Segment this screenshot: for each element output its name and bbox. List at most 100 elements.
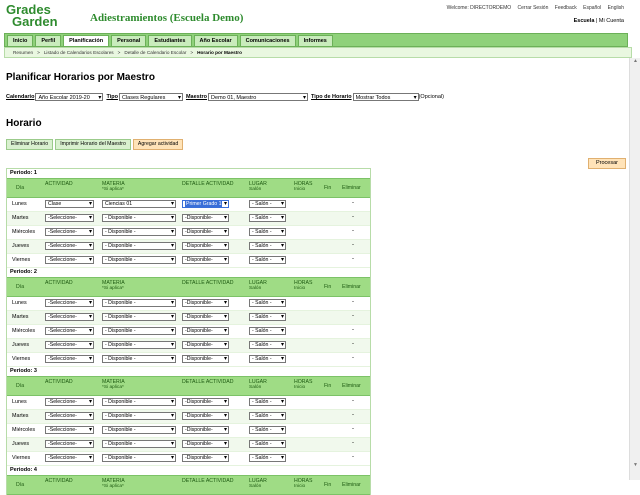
- actividad-select[interactable]: -Seleccione-: [45, 313, 94, 321]
- actividad-select[interactable]: -Seleccione-: [45, 412, 94, 420]
- salon-select[interactable]: - Salón -: [249, 200, 286, 208]
- tipo-select[interactable]: Clases Regulares: [118, 93, 183, 102]
- detalle-select[interactable]: -Disponible-: [182, 313, 229, 321]
- salon-select[interactable]: - Salón -: [249, 214, 286, 222]
- delete-row-link[interactable]: -: [352, 327, 354, 333]
- materia-select[interactable]: - Disponible -: [102, 398, 176, 406]
- actividad-select[interactable]: -Seleccione-: [45, 341, 94, 349]
- salon-select[interactable]: - Salón -: [249, 454, 286, 462]
- delete-row-link[interactable]: -: [352, 228, 354, 234]
- actividad-select[interactable]: -Seleccione-: [45, 440, 94, 448]
- delete-row-link[interactable]: -: [352, 426, 354, 432]
- actividad-select[interactable]: Clase: [45, 200, 94, 208]
- detalle-select[interactable]: -Disponible-: [182, 398, 229, 406]
- nav-tab-estudiantes[interactable]: Estudiantes: [148, 35, 192, 47]
- nav-tab-informes[interactable]: Informes: [297, 35, 333, 47]
- delete-row-link[interactable]: -: [352, 440, 354, 446]
- materia-select[interactable]: - Disponible -: [102, 454, 176, 462]
- materia-select[interactable]: - Disponible -: [102, 327, 176, 335]
- delete-row-link[interactable]: -: [352, 256, 354, 262]
- actividad-select[interactable]: -Seleccione-: [45, 355, 94, 363]
- procesar-button[interactable]: Procesar: [588, 158, 626, 169]
- feedback-link[interactable]: Feedback: [555, 5, 577, 11]
- salon-select[interactable]: - Salón -: [249, 355, 286, 363]
- nav-tab-ano-escolar[interactable]: Año Escolar: [193, 35, 238, 47]
- detalle-select[interactable]: -Disponible-: [182, 327, 229, 335]
- calendario-select[interactable]: Año Escolar 2019-20: [35, 93, 104, 102]
- nav-tab-comunicaciones[interactable]: Comunicaciones: [239, 35, 296, 47]
- materia-select[interactable]: - Disponible -: [102, 355, 176, 363]
- salon-select[interactable]: - Salón -: [249, 440, 286, 448]
- detalle-select[interactable]: -Disponible-: [182, 355, 229, 363]
- delete-row-link[interactable]: -: [352, 214, 354, 220]
- scroll-up-icon[interactable]: ▲: [633, 58, 638, 64]
- detalle-select[interactable]: -Disponible-: [182, 440, 229, 448]
- nav-tab-planificacion[interactable]: Planificación: [63, 35, 110, 47]
- salon-select[interactable]: - Salón -: [249, 256, 286, 264]
- delete-row-link[interactable]: -: [352, 341, 354, 347]
- actividad-select[interactable]: -Seleccione-: [45, 256, 94, 264]
- actividad-select[interactable]: -Seleccione-: [45, 426, 94, 434]
- salon-select[interactable]: - Salón -: [249, 228, 286, 236]
- imprimir-horario-button[interactable]: Imprimir Horario del Maestro: [55, 139, 131, 150]
- materia-select[interactable]: - Disponible -: [102, 228, 176, 236]
- salon-select[interactable]: - Salón -: [249, 426, 286, 434]
- breadcrumb-resumen[interactable]: Resumen: [13, 50, 33, 55]
- materia-select[interactable]: Ciencias 01: [102, 200, 176, 208]
- detalle-select[interactable]: Primer Grado 1: [182, 200, 229, 208]
- logout-link[interactable]: Cerrar Sesión: [518, 5, 549, 11]
- detalle-select[interactable]: -Disponible-: [182, 412, 229, 420]
- detalle-select[interactable]: -Disponible-: [182, 228, 229, 236]
- delete-row-link[interactable]: -: [352, 454, 354, 460]
- english-link[interactable]: English: [608, 5, 624, 11]
- delete-row-link[interactable]: -: [352, 299, 354, 305]
- eliminar-horario-button[interactable]: Eliminar Horario: [6, 139, 54, 150]
- grades-garden-logo[interactable]: Grades Garden: [6, 3, 86, 32]
- actividad-select[interactable]: -Seleccione-: [45, 228, 94, 236]
- nav-tab-perfil[interactable]: Perfil: [35, 35, 62, 47]
- actividad-select[interactable]: -Seleccione-: [45, 214, 94, 222]
- delete-row-link[interactable]: -: [352, 355, 354, 361]
- delete-row-link[interactable]: -: [352, 242, 354, 248]
- delete-row-link[interactable]: -: [352, 313, 354, 319]
- materia-select[interactable]: - Disponible -: [102, 242, 176, 250]
- detalle-select[interactable]: -Disponible-: [182, 214, 229, 222]
- salon-select[interactable]: - Salón -: [249, 341, 286, 349]
- page-scrollbar[interactable]: ▲ ▼: [629, 58, 640, 480]
- salon-select[interactable]: - Salón -: [249, 398, 286, 406]
- scroll-down-icon[interactable]: ▼: [633, 462, 638, 468]
- actividad-select[interactable]: -Seleccione-: [45, 242, 94, 250]
- materia-select[interactable]: - Disponible -: [102, 299, 176, 307]
- actividad-select[interactable]: -Seleccione-: [45, 454, 94, 462]
- materia-select[interactable]: - Disponible -: [102, 256, 176, 264]
- materia-select[interactable]: - Disponible -: [102, 341, 176, 349]
- my-account-link[interactable]: Mi Cuenta: [599, 18, 624, 24]
- detalle-select[interactable]: -Disponible-: [182, 299, 229, 307]
- salon-select[interactable]: - Salón -: [249, 299, 286, 307]
- materia-select[interactable]: - Disponible -: [102, 412, 176, 420]
- materia-select[interactable]: - Disponible -: [102, 214, 176, 222]
- detalle-select[interactable]: -Disponible-: [182, 454, 229, 462]
- delete-row-link[interactable]: -: [352, 398, 354, 404]
- detalle-select[interactable]: -Disponible-: [182, 256, 229, 264]
- materia-select[interactable]: - Disponible -: [102, 313, 176, 321]
- nav-tab-inicio[interactable]: Inicio: [7, 35, 34, 47]
- delete-row-link[interactable]: -: [352, 412, 354, 418]
- delete-row-link[interactable]: -: [352, 200, 354, 206]
- detalle-select[interactable]: -Disponible-: [182, 242, 229, 250]
- materia-select[interactable]: - Disponible -: [102, 426, 176, 434]
- actividad-select[interactable]: -Seleccione-: [45, 327, 94, 335]
- salon-select[interactable]: - Salón -: [249, 412, 286, 420]
- tipo-horario-select[interactable]: Mostrar Todos: [352, 93, 419, 102]
- detalle-select[interactable]: -Disponible-: [182, 341, 229, 349]
- actividad-select[interactable]: -Seleccione-: [45, 398, 94, 406]
- materia-select[interactable]: - Disponible -: [102, 440, 176, 448]
- spanish-link[interactable]: Español: [583, 5, 601, 11]
- actividad-select[interactable]: -Seleccione-: [45, 299, 94, 307]
- salon-select[interactable]: - Salón -: [249, 327, 286, 335]
- breadcrumb-detalle[interactable]: Detalle de Calendario Escolar: [124, 50, 186, 55]
- nav-tab-personal[interactable]: Personal: [111, 35, 147, 47]
- breadcrumb-listado[interactable]: Listado de Calendarios Escolares: [44, 50, 114, 55]
- detalle-select[interactable]: -Disponible-: [182, 426, 229, 434]
- salon-select[interactable]: - Salón -: [249, 242, 286, 250]
